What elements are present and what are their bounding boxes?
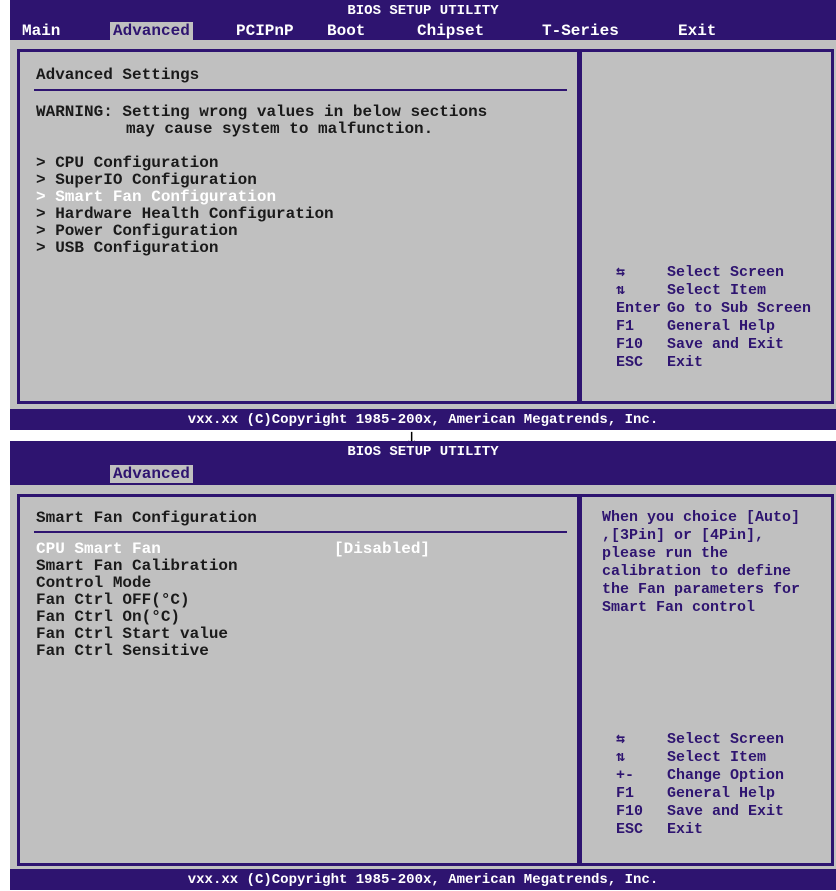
menu-tab-main[interactable]: Main <box>22 22 60 40</box>
help-select-item: Select Item <box>667 282 767 299</box>
help-text-line: When you choice [Auto] <box>602 509 801 526</box>
section-title: Smart Fan Configuration <box>36 509 257 527</box>
help-text-line: the Fan parameters for <box>602 581 801 598</box>
left-right-arrows-icon: ⇆ <box>616 264 626 281</box>
up-down-arrows-icon: ⇅ <box>616 749 626 766</box>
menu-tab-chipset[interactable]: Chipset <box>417 22 484 40</box>
submenu-power-configuration[interactable]: > Power Configuration <box>36 223 238 240</box>
settings-panel: Smart Fan Configuration CPU Smart Fan [D… <box>17 494 580 866</box>
help-text-line: ,[3Pin] or [4Pin], <box>602 527 765 544</box>
help-key-f10: F10 <box>616 803 644 820</box>
copyright-footer: vxx.xx (C)Copyright 1985-200x, American … <box>10 869 836 890</box>
help-key-f1: F1 <box>616 318 635 335</box>
help-key-enter: Enter <box>616 300 662 317</box>
setting-fan-ctrl-start-value[interactable]: Fan Ctrl Start value <box>36 626 228 643</box>
menu-tab-exit[interactable]: Exit <box>678 22 716 40</box>
help-general-help: General Help <box>667 785 776 802</box>
help-exit: Exit <box>667 821 704 838</box>
setting-fan-ctrl-sensitive[interactable]: Fan Ctrl Sensitive <box>36 643 209 660</box>
help-general-help: General Help <box>667 318 776 335</box>
top-menu-bar: BIOS SETUP UTILITY Main Advanced PCIPnP … <box>10 0 836 40</box>
submenu-smart-fan-configuration[interactable]: > Smart Fan Configuration <box>36 189 276 206</box>
section-title: Advanced Settings <box>36 66 200 84</box>
divider <box>34 89 567 91</box>
settings-panel: Advanced Settings WARNING: Setting wrong… <box>17 49 580 404</box>
help-save-and-exit: Save and Exit <box>667 336 785 353</box>
setting-smart-fan-calibration[interactable]: Smart Fan Calibration <box>36 558 238 575</box>
help-exit: Exit <box>667 354 704 371</box>
menu-tab-boot[interactable]: Boot <box>327 22 365 40</box>
help-panel: When you choice [Auto] ,[3Pin] or [4Pin]… <box>579 494 834 866</box>
warning-text-line1: WARNING: Setting wrong values in below s… <box>36 103 488 121</box>
bios-screen-smart-fan: BIOS SETUP UTILITY Advanced Smart Fan Co… <box>10 441 836 890</box>
help-select-screen: Select Screen <box>667 264 785 281</box>
submenu-usb-configuration[interactable]: > USB Configuration <box>36 240 218 257</box>
submenu-cpu-configuration[interactable]: > CPU Configuration <box>36 155 218 172</box>
help-key-plus-minus: +- <box>616 767 635 784</box>
help-key-esc: ESC <box>616 354 644 371</box>
setting-cpu-smart-fan-value[interactable]: [Disabled] <box>334 541 430 558</box>
bios-title: BIOS SETUP UTILITY <box>347 444 499 460</box>
help-save-and-exit: Save and Exit <box>667 803 785 820</box>
bios-title: BIOS SETUP UTILITY <box>347 3 499 19</box>
help-panel: ⇆ Select Screen ⇅ Select Item Enter Go t… <box>579 49 834 404</box>
submenu-superio-configuration[interactable]: > SuperIO Configuration <box>36 172 257 189</box>
help-text-line: please run the <box>602 545 729 562</box>
setting-control-mode[interactable]: Control Mode <box>36 575 151 592</box>
left-right-arrows-icon: ⇆ <box>616 731 626 748</box>
help-select-screen: Select Screen <box>667 731 785 748</box>
help-change-option: Change Option <box>667 767 785 784</box>
help-key-esc: ESC <box>616 821 644 838</box>
warning-text-line2: may cause system to malfunction. <box>126 120 434 138</box>
help-key-f1: F1 <box>616 785 635 802</box>
bios-screen-advanced: BIOS SETUP UTILITY Main Advanced PCIPnP … <box>10 0 836 430</box>
top-menu-bar: BIOS SETUP UTILITY Advanced <box>10 441 836 485</box>
divider <box>34 531 567 533</box>
help-text-line: Smart Fan control <box>602 599 756 616</box>
setting-fan-ctrl-off[interactable]: Fan Ctrl OFF(°C) <box>36 592 190 609</box>
menu-tab-advanced[interactable]: Advanced <box>110 22 193 40</box>
menu-tab-t-series[interactable]: T-Series <box>542 22 619 40</box>
help-key-f10: F10 <box>616 336 644 353</box>
copyright-footer: vxx.xx (C)Copyright 1985-200x, American … <box>10 409 836 430</box>
menu-tab-advanced[interactable]: Advanced <box>110 465 193 483</box>
setting-cpu-smart-fan[interactable]: CPU Smart Fan <box>36 541 161 558</box>
setting-fan-ctrl-on[interactable]: Fan Ctrl On(°C) <box>36 609 180 626</box>
help-select-item: Select Item <box>667 749 767 766</box>
up-down-arrows-icon: ⇅ <box>616 282 626 299</box>
menu-tab-pcipnp[interactable]: PCIPnP <box>236 22 294 40</box>
submenu-hardware-health-configuration[interactable]: > Hardware Health Configuration <box>36 206 334 223</box>
help-text-line: calibration to define <box>602 563 792 580</box>
help-go-to-sub-screen: Go to Sub Screen <box>667 300 812 317</box>
